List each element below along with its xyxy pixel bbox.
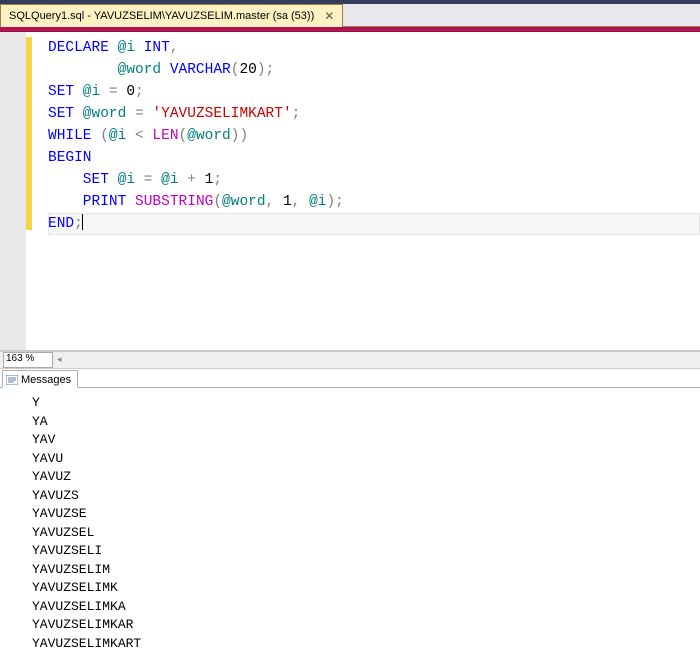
code-line: SET @i = 0;	[48, 81, 700, 103]
messages-tab-label: Messages	[21, 374, 71, 386]
message-line: YAVUZSEL	[32, 524, 700, 543]
code-line-current: END;	[48, 213, 700, 235]
editor-status-bar: 163 % ◂	[0, 351, 700, 369]
text-cursor	[82, 214, 83, 230]
document-tab-active[interactable]: SQLQuery1.sql - YAVUZSELIM\YAVUZSELIM.ma…	[0, 4, 343, 27]
code-text-area[interactable]: DECLARE @i INT, @word VARCHAR(20); SET @…	[32, 32, 700, 350]
zoom-select[interactable]: 163 %	[3, 352, 53, 368]
message-line: YAVUZ	[32, 468, 700, 487]
code-line: DECLARE @i INT,	[48, 37, 700, 59]
message-line: YAVUZSE	[32, 505, 700, 524]
code-line: @word VARCHAR(20);	[48, 59, 700, 81]
messages-icon	[6, 375, 18, 385]
document-tab-title: SQLQuery1.sql - YAVUZSELIM\YAVUZSELIM.ma…	[9, 10, 314, 22]
tab-messages[interactable]: Messages	[2, 370, 78, 388]
message-line: YAVUZSELIMK	[32, 579, 700, 598]
message-line: YAVUZSELIMKA	[32, 598, 700, 617]
message-line: YAVUZSELIMKAR	[32, 616, 700, 635]
message-line: YA	[32, 413, 700, 432]
splitter-handle[interactable]: ◂	[57, 354, 61, 366]
close-icon[interactable]: ✕	[322, 9, 336, 23]
message-line: YAVUZSELI	[32, 542, 700, 561]
message-line: Y	[32, 394, 700, 413]
message-line: YAVUZSELIMKART	[32, 635, 700, 653]
code-editor[interactable]: DECLARE @i INT, @word VARCHAR(20); SET @…	[0, 32, 700, 351]
message-line: YAVUZSELIM	[32, 561, 700, 580]
code-line: BEGIN	[48, 147, 700, 169]
message-line: YAV	[32, 431, 700, 450]
code-line: PRINT SUBSTRING(@word, 1, @i);	[48, 191, 700, 213]
code-line: WHILE (@i < LEN(@word))	[48, 125, 700, 147]
code-line: SET @word = 'YAVUZSELIMKART';	[48, 103, 700, 125]
message-line: YAVU	[32, 450, 700, 469]
results-tab-row: Messages	[0, 369, 700, 388]
message-line: YAVUZS	[32, 487, 700, 506]
editor-gutter	[0, 32, 26, 350]
document-tab-bar: SQLQuery1.sql - YAVUZSELIM\YAVUZSELIM.ma…	[0, 4, 700, 27]
code-line: SET @i = @i + 1;	[48, 169, 700, 191]
messages-output[interactable]: Y YA YAV YAVU YAVUZ YAVUZS YAVUZSE YAVUZ…	[0, 388, 700, 653]
